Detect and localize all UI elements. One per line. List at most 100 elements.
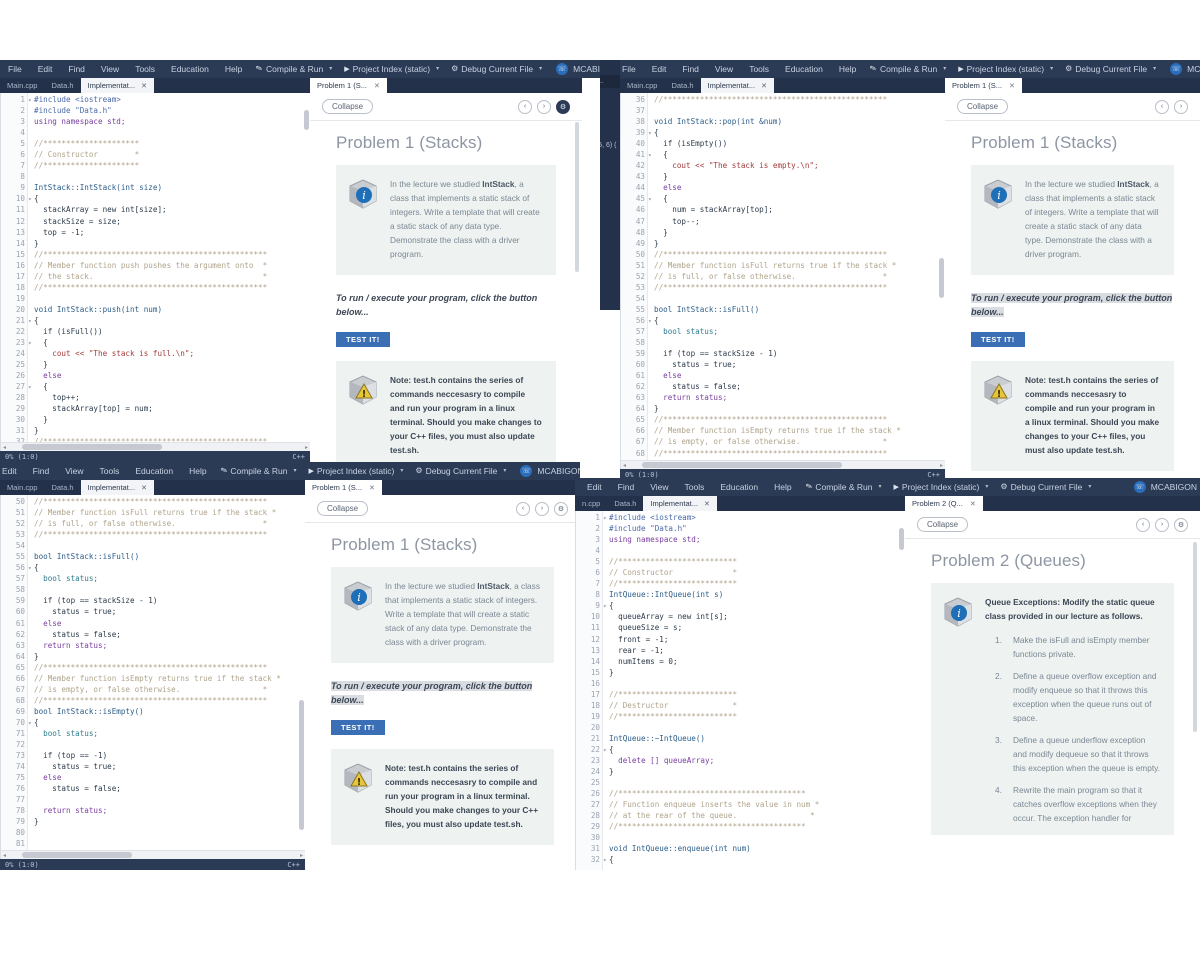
menu-education[interactable]: Education bbox=[163, 60, 217, 78]
menu-edit[interactable]: Edit bbox=[0, 462, 25, 480]
window-bottom-left[interactable]: Edit Find View Tools Education Help ✎ Co… bbox=[0, 462, 580, 870]
menu-edit[interactable]: Edit bbox=[30, 60, 61, 78]
compile-and-run-button[interactable]: ✎ Compile & Run ▾ bbox=[215, 462, 303, 480]
code-editor-queue[interactable]: 1 ▾ #include <iostream> 2 #include "Data.h… bbox=[575, 511, 905, 870]
horizontal-scrollbar[interactable]: ◂ ▸ bbox=[1, 850, 305, 859]
chevron-right-icon[interactable]: › bbox=[535, 501, 549, 516]
chevron-down-icon[interactable]: ▾ bbox=[539, 60, 542, 78]
editor-bottom-right[interactable]: n.cpp Data.h Implementat... ✕ 1 ▾ #include… bbox=[575, 496, 905, 870]
collapse-button[interactable]: Collapse bbox=[917, 517, 969, 532]
menu-help[interactable]: Help bbox=[831, 60, 864, 78]
tab-main-cpp[interactable]: Main.cpp bbox=[0, 480, 44, 495]
chevron-down-icon[interactable]: ▾ bbox=[329, 60, 332, 78]
guide-nav[interactable]: ‹ › bbox=[1155, 99, 1188, 114]
chevron-down-icon[interactable]: ▾ bbox=[1088, 478, 1091, 496]
chevron-left-icon[interactable]: ‹ bbox=[1136, 517, 1150, 532]
tab-problem-1[interactable]: Problem 1 (S... ✕ bbox=[305, 480, 382, 495]
tab-data-h[interactable]: Data.h bbox=[664, 78, 700, 93]
compile-and-run-button[interactable]: ✎ Compile & Run ▾ bbox=[250, 60, 338, 78]
vertical-scrollbar[interactable] bbox=[898, 526, 905, 861]
tab-main-cpp[interactable]: Main.cpp bbox=[620, 78, 664, 93]
test-it-button[interactable]: TEST IT! bbox=[336, 332, 390, 347]
menu-find[interactable]: Find bbox=[60, 60, 93, 78]
close-icon[interactable]: ✕ bbox=[374, 82, 380, 90]
chevron-left-icon[interactable]: ‹ bbox=[516, 501, 530, 516]
menu-find[interactable]: Find bbox=[674, 60, 707, 78]
editor-top-right[interactable]: Main.cpp Data.h Implementat... ✕ 36 //**… bbox=[620, 78, 945, 480]
guide-toolbar[interactable]: Collapse ‹ › ⚙ bbox=[905, 511, 1200, 539]
chevron-down-icon[interactable]: ▾ bbox=[503, 462, 506, 480]
guide-scrollbar[interactable] bbox=[575, 122, 579, 272]
scroll-right-icon[interactable]: ▸ bbox=[303, 444, 310, 451]
collapse-button[interactable]: Collapse bbox=[317, 501, 369, 516]
guide-toolbar[interactable]: Collapse ‹ › ⚙ bbox=[305, 495, 580, 523]
guide-toolbar[interactable]: Collapse ‹ › ⚙ bbox=[310, 93, 582, 121]
code-text[interactable]: 50 //***********************************… bbox=[1, 495, 305, 859]
close-icon[interactable]: ✕ bbox=[369, 484, 375, 492]
chevron-down-icon[interactable]: ▾ bbox=[985, 478, 988, 496]
gear-icon[interactable]: ⚙ bbox=[1174, 517, 1188, 532]
debug-current-file-button[interactable]: ⚙ Debug Current File ▾ bbox=[445, 60, 548, 78]
editor-tabstrip[interactable]: Main.cpp Data.h Implementat... ✕ bbox=[0, 480, 305, 495]
tab-main-cpp[interactable]: Main.cpp bbox=[0, 78, 44, 93]
guide-scrollbar[interactable] bbox=[1193, 542, 1197, 732]
menu-find[interactable]: Find bbox=[610, 478, 643, 496]
chevron-down-icon[interactable]: ▾ bbox=[1050, 60, 1053, 78]
horizontal-scrollbar[interactable]: ◂ ▸ bbox=[621, 460, 945, 469]
vertical-scrollbar[interactable] bbox=[303, 108, 310, 442]
chevron-right-icon[interactable]: › bbox=[1155, 517, 1169, 532]
menu-find[interactable]: Find bbox=[25, 462, 58, 480]
scroll-left-icon[interactable]: ◂ bbox=[621, 462, 628, 469]
close-icon[interactable]: ✕ bbox=[704, 500, 710, 508]
chevron-down-icon[interactable]: ▾ bbox=[943, 60, 946, 78]
scroll-right-icon[interactable]: ▸ bbox=[938, 462, 945, 469]
project-index-button[interactable]: ▶ Project Index (static) ▾ bbox=[952, 60, 1059, 78]
guide-panel-problem1-c[interactable]: Problem 1 (S... ✕ Collapse ‹ › ⚙ Problem… bbox=[305, 480, 580, 870]
scroll-left-icon[interactable]: ◂ bbox=[1, 444, 8, 451]
window-top-right[interactable]: File Edit Find View Tools Education Help… bbox=[620, 60, 1200, 480]
close-icon[interactable]: ✕ bbox=[761, 82, 767, 90]
close-icon[interactable]: ✕ bbox=[141, 82, 147, 90]
horizontal-scrollbar[interactable]: ◂ ▸ bbox=[1, 442, 310, 451]
project-index-button[interactable]: ▶ Project Index (static) ▾ bbox=[888, 478, 995, 496]
code-editor-stack-mid[interactable]: 36 //***********************************… bbox=[620, 93, 945, 469]
close-icon[interactable]: ✕ bbox=[970, 500, 976, 508]
menu-tools[interactable]: Tools bbox=[127, 60, 163, 78]
user-menu[interactable]: ☏ MCABIGON bbox=[1126, 481, 1200, 493]
guide-tabstrip[interactable]: Problem 1 (S... ✕ bbox=[305, 480, 580, 495]
guide-panel-problem1-b[interactable]: Problem 1 (S... ✕ Collapse ‹ › Problem 1… bbox=[945, 78, 1200, 480]
menubar-top-left[interactable]: File Edit Find View Tools Education Help… bbox=[0, 60, 600, 78]
menubar-top-right[interactable]: File Edit Find View Tools Education Help… bbox=[620, 60, 1200, 78]
chevron-down-icon[interactable]: ▾ bbox=[294, 462, 297, 480]
editor-tabstrip[interactable]: Main.cpp Data.h Implementat... ✕ bbox=[0, 78, 310, 93]
user-menu[interactable]: ☏ MCABIGON bbox=[512, 465, 580, 477]
scroll-right-icon[interactable]: ▸ bbox=[298, 852, 305, 859]
window-bottom-right[interactable]: Edit Find View Tools Education Help ✎ Co… bbox=[575, 478, 1200, 870]
menu-view[interactable]: View bbox=[642, 478, 676, 496]
menu-view[interactable]: View bbox=[707, 60, 741, 78]
collapse-button[interactable]: Collapse bbox=[322, 99, 374, 114]
tab-implementation[interactable]: Implementat... ✕ bbox=[643, 496, 717, 511]
close-icon[interactable]: ✕ bbox=[1009, 82, 1015, 90]
chevron-right-icon[interactable]: › bbox=[537, 99, 551, 114]
test-it-button[interactable]: TEST IT! bbox=[331, 720, 385, 735]
user-menu[interactable]: ☏ MCABIGON bbox=[1162, 63, 1200, 75]
editor-tabstrip[interactable]: n.cpp Data.h Implementat... ✕ bbox=[575, 496, 905, 511]
chevron-left-icon[interactable]: ‹ bbox=[1155, 99, 1169, 114]
menu-education[interactable]: Education bbox=[127, 462, 181, 480]
tab-data-h[interactable]: Data.h bbox=[44, 480, 80, 495]
menu-view[interactable]: View bbox=[93, 60, 127, 78]
guide-tabstrip[interactable]: Problem 2 (Q... ✕ bbox=[905, 496, 1200, 511]
guide-toolbar[interactable]: Collapse ‹ › bbox=[945, 93, 1200, 121]
compile-and-run-button[interactable]: ✎ Compile & Run ▾ bbox=[800, 478, 888, 496]
guide-tabstrip[interactable]: Problem 1 (S... ✕ bbox=[945, 78, 1200, 93]
editor-bottom-left[interactable]: Main.cpp Data.h Implementat... ✕ 50 //**… bbox=[0, 480, 305, 870]
window-top-left[interactable]: File Edit Find View Tools Education Help… bbox=[0, 60, 600, 462]
menu-tools[interactable]: Tools bbox=[91, 462, 127, 480]
chevron-left-icon[interactable]: ‹ bbox=[518, 99, 532, 114]
menu-edit[interactable]: Edit bbox=[575, 478, 610, 496]
menu-file[interactable]: File bbox=[0, 60, 30, 78]
menu-file[interactable]: File bbox=[620, 60, 644, 78]
collapse-button[interactable]: Collapse bbox=[957, 99, 1009, 114]
project-index-button[interactable]: ▶ Project Index (static) ▾ bbox=[303, 462, 410, 480]
